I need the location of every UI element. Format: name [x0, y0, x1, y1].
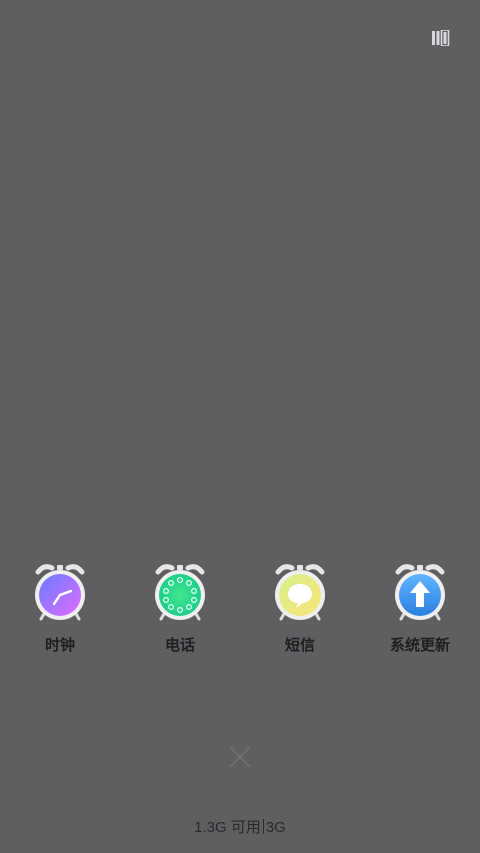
memory-status: 1.3G 可用 3G	[0, 816, 480, 837]
multi-window-icon[interactable]	[432, 30, 450, 46]
app-clock[interactable]: 时钟	[10, 562, 110, 658]
app-messages[interactable]: 短信	[250, 562, 350, 658]
clock-app-icon	[35, 564, 85, 621]
memory-available: 1.3G 可用	[194, 819, 261, 836]
app-label: 时钟	[44, 636, 75, 654]
app-phone[interactable]: 电话	[130, 562, 230, 658]
recent-apps-row: 时钟 电话 短信 系统更新	[0, 562, 480, 662]
memory-total: 3G	[265, 819, 286, 836]
memory-divider	[262, 819, 264, 834]
close-icon[interactable]	[229, 746, 251, 768]
app-system-update[interactable]: 系统更新	[370, 562, 470, 658]
messages-app-icon	[275, 564, 325, 621]
phone-app-icon	[155, 564, 205, 621]
system-update-app-icon	[395, 564, 445, 621]
app-label: 短信	[284, 636, 315, 654]
app-label: 系统更新	[389, 636, 450, 654]
app-label: 电话	[164, 636, 195, 654]
